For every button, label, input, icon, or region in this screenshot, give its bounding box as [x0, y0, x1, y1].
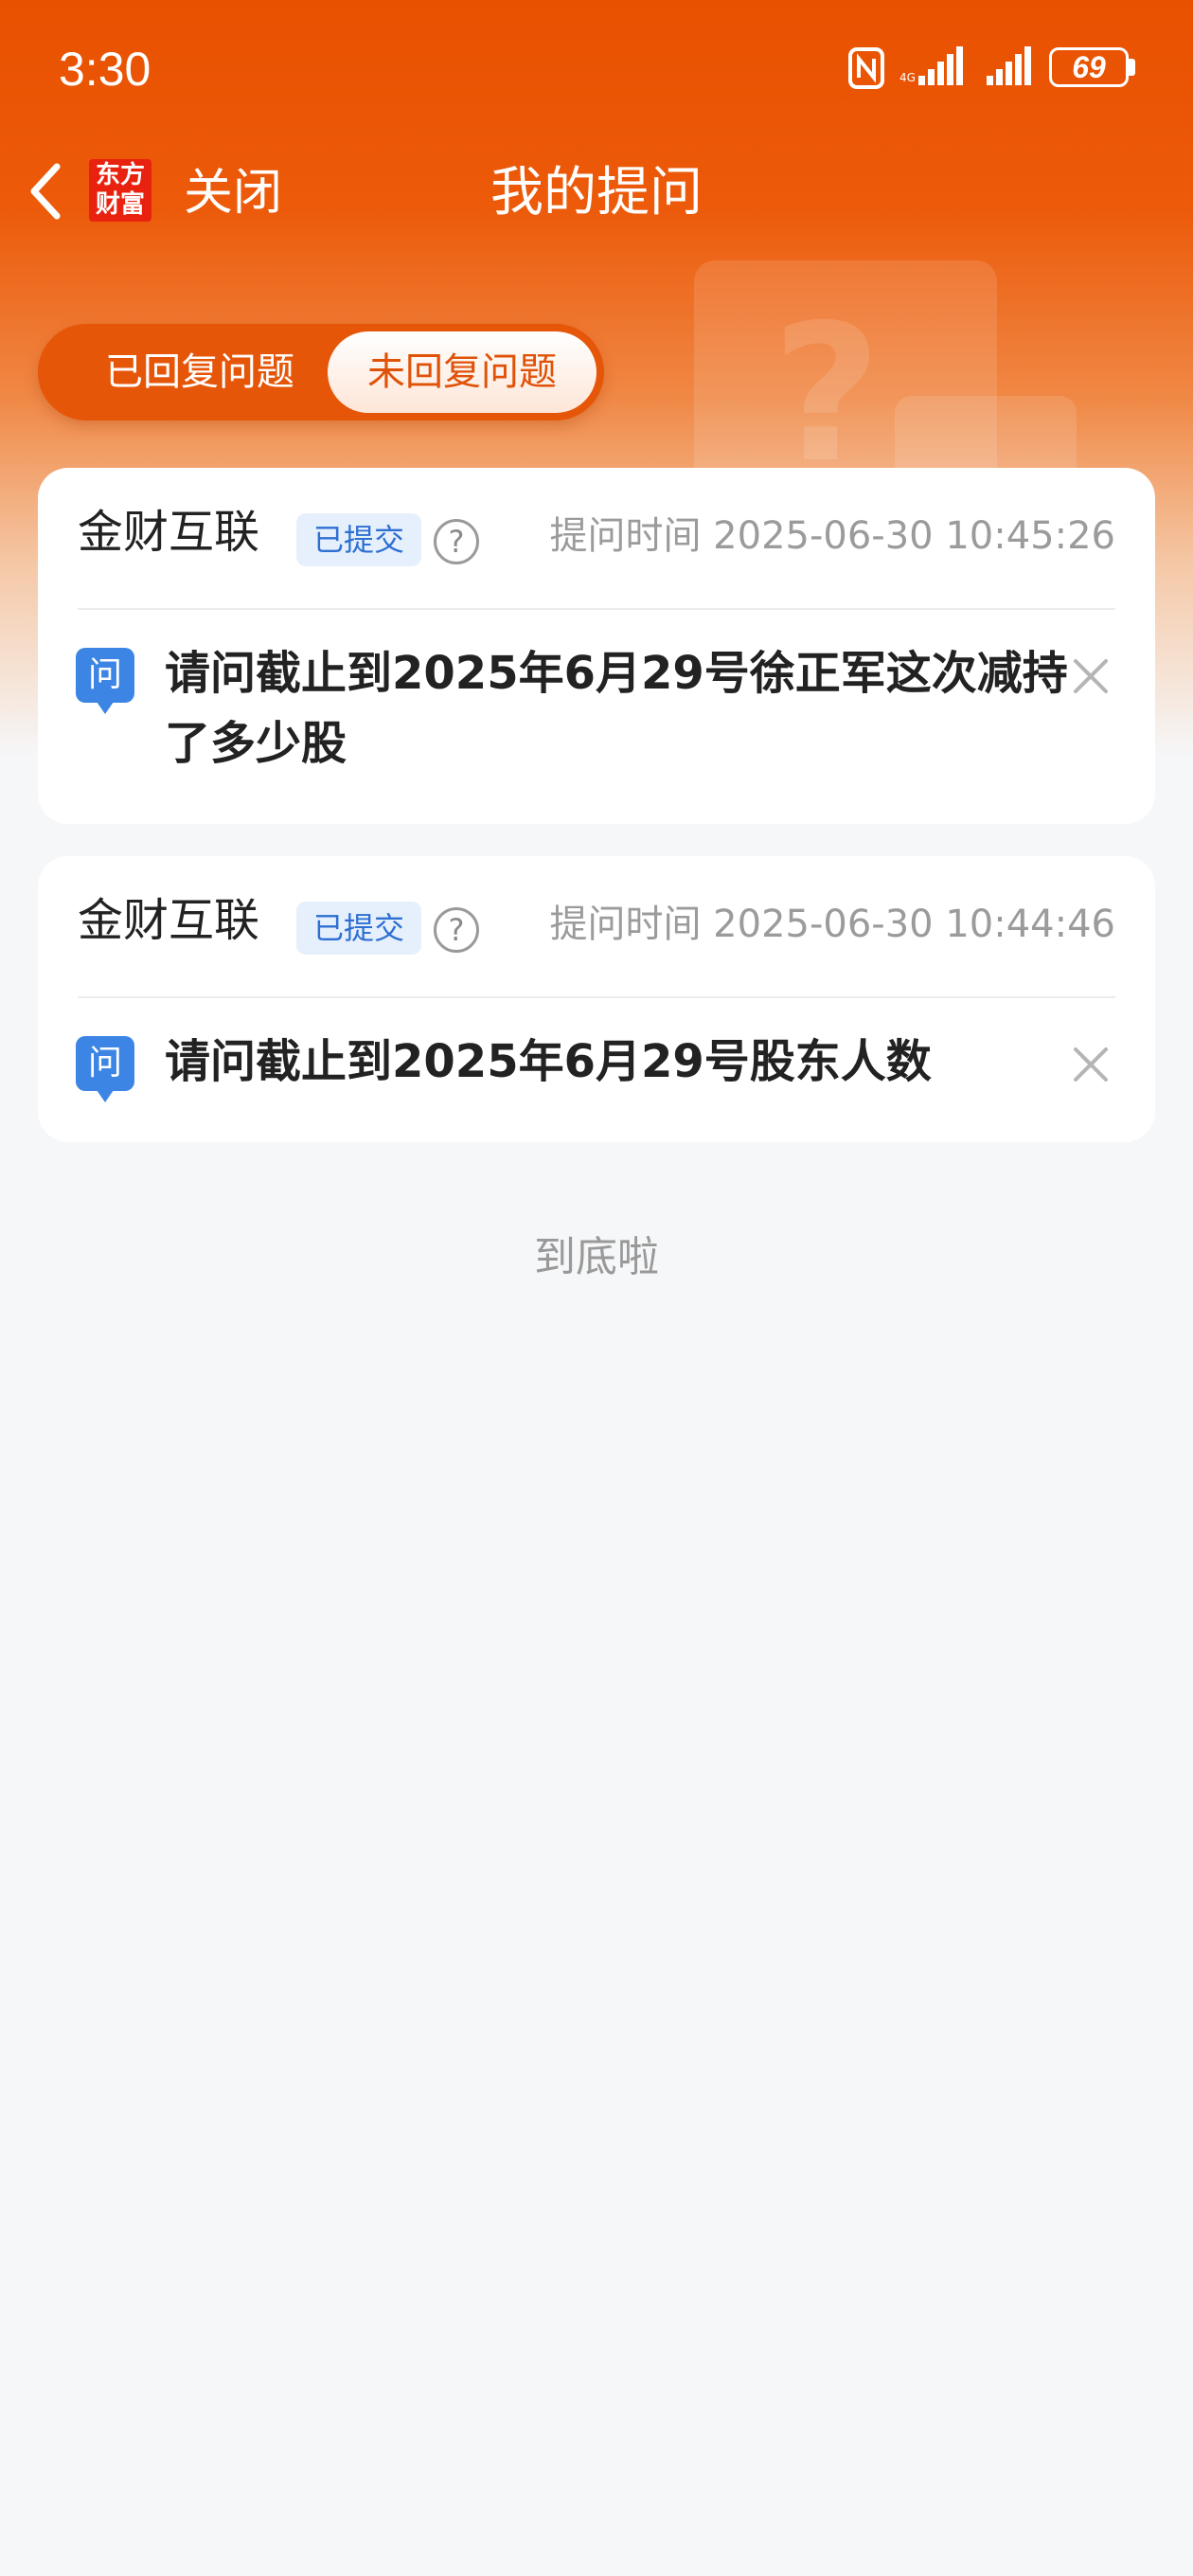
- signal-strength-icon-2: [987, 46, 1031, 85]
- question-text: 请问截止到2025年6月29号股东人数: [165, 1035, 932, 1088]
- end-of-list-text: 到底啦: [534, 1233, 659, 1281]
- asked-time: 提问时间 2025-06-30 10:44:46: [549, 900, 1115, 949]
- question-card[interactable]: 金财互联 已提交 ? 提问时间 2025-06-30 10:45:26 问 请问…: [38, 468, 1155, 824]
- signal-strength-icon: 4G: [899, 46, 963, 85]
- question-tabs: 已回复问题 未回复问题: [38, 324, 604, 420]
- company-name: 金财互联: [78, 506, 260, 559]
- status-time: 3:30: [59, 43, 151, 96]
- battery-nub: [1129, 59, 1135, 76]
- help-icon[interactable]: ?: [434, 907, 479, 953]
- question-text: 请问截止到2025年6月29号徐正军这次减持了多少股: [165, 647, 1068, 770]
- battery-icon: 69: [1049, 47, 1129, 87]
- time-label: 提问时间: [549, 514, 702, 558]
- question-card[interactable]: 金财互联 已提交 ? 提问时间 2025-06-30 10:44:46 问 请问…: [38, 856, 1155, 1142]
- status-bar: 3:30 4G 69: [0, 0, 1193, 133]
- question-icon: 问: [76, 1036, 134, 1102]
- time-label: 提问时间: [549, 903, 702, 946]
- delete-icon[interactable]: [1070, 655, 1112, 697]
- page-title: 我的提问: [490, 162, 703, 224]
- divider: [78, 996, 1115, 998]
- time-value: 2025-06-30 10:44:46: [713, 903, 1115, 946]
- delete-icon[interactable]: [1070, 1044, 1112, 1085]
- status-badge: 已提交: [296, 513, 422, 566]
- help-icon[interactable]: ?: [434, 519, 479, 564]
- divider: [78, 608, 1115, 610]
- battery-level: 69: [1072, 50, 1106, 84]
- asked-time: 提问时间 2025-06-30 10:45:26: [549, 511, 1115, 561]
- tab-unreplied[interactable]: 未回复问题: [328, 331, 596, 413]
- tab-replied[interactable]: 已回复问题: [51, 331, 348, 413]
- company-name: 金财互联: [78, 894, 260, 947]
- status-badge: 已提交: [296, 902, 422, 955]
- question-icon: 问: [76, 648, 134, 714]
- time-value: 2025-06-30 10:45:26: [713, 514, 1115, 558]
- svg-text:4G: 4G: [899, 71, 916, 84]
- nfc-icon: [848, 47, 884, 89]
